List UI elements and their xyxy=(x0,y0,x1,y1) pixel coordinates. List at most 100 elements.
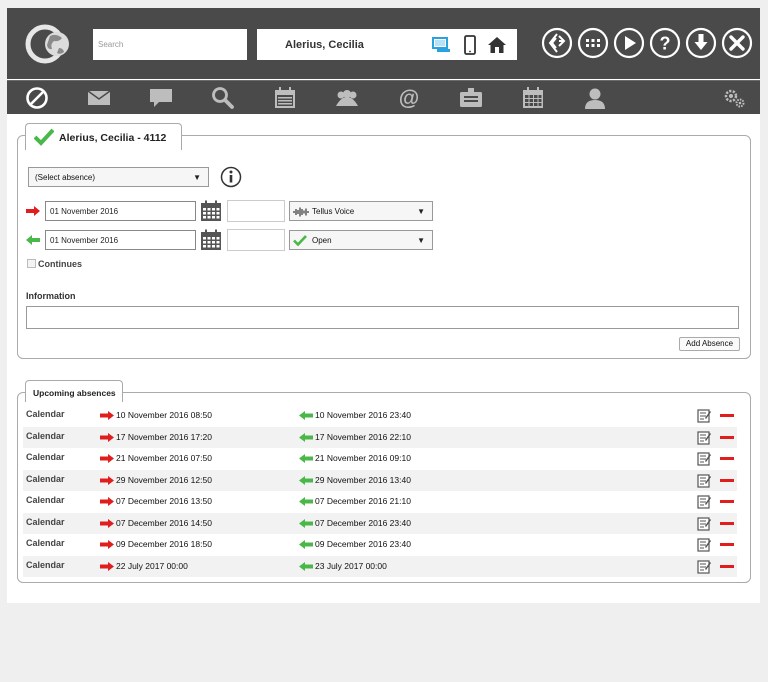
close-icon[interactable] xyxy=(721,27,753,59)
desktop-icon[interactable] xyxy=(431,35,451,55)
table-row: Calendar 17 November 2016 17:20 17 Novembe… xyxy=(23,426,737,448)
absence-source: Calendar xyxy=(26,409,65,419)
absence-start: 10 November 2016 08:50 xyxy=(116,410,212,420)
svg-text:?: ? xyxy=(660,34,671,54)
absence-type-value: (Select absence) xyxy=(35,173,96,182)
current-user-box[interactable]: Alerius, Cecilia xyxy=(257,29,517,60)
end-arrow-icon xyxy=(299,475,313,485)
mail-icon[interactable] xyxy=(86,86,112,110)
information-textarea[interactable] xyxy=(26,306,739,329)
absence-end: 10 November 2016 23:40 xyxy=(315,410,411,420)
start-arrow-icon xyxy=(100,475,114,485)
edit-icon[interactable] xyxy=(697,408,711,423)
nav-icon-bar: @ xyxy=(7,80,760,114)
chat-icon[interactable] xyxy=(148,86,174,110)
at-icon[interactable]: @ xyxy=(396,86,422,110)
start-arrow-icon xyxy=(100,540,114,549)
absence-start: 09 December 2016 18:50 xyxy=(116,539,212,549)
delete-icon[interactable] xyxy=(720,457,734,460)
delete-icon[interactable] xyxy=(720,435,734,439)
delete-icon[interactable] xyxy=(720,478,734,482)
home-icon[interactable] xyxy=(487,35,507,55)
inbox-icon[interactable] xyxy=(458,86,484,110)
absence-start: 07 December 2016 13:50 xyxy=(116,496,212,506)
start-arrow-icon xyxy=(100,454,114,463)
end-arrow-icon xyxy=(299,432,313,442)
end-status-select[interactable]: Open ▼ xyxy=(289,230,433,250)
start-arrow-icon xyxy=(100,561,114,571)
absence-type-select[interactable]: (Select absence) ▼ xyxy=(28,167,209,187)
absence-start: 29 November 2016 12:50 xyxy=(116,474,212,485)
voice-icon xyxy=(293,207,309,217)
delete-icon[interactable] xyxy=(720,500,734,503)
logo-icon xyxy=(25,24,69,64)
add-absence-button[interactable]: Add Absence xyxy=(679,337,740,351)
table-row: Calendar 07 December 2016 14:50 07 Decembe… xyxy=(23,512,737,534)
end-arrow-icon xyxy=(299,411,313,420)
end-arrow-icon xyxy=(26,235,40,245)
info-icon[interactable] xyxy=(220,166,242,188)
svg-text:@: @ xyxy=(399,87,419,110)
absence-end: 09 December 2016 23:40 xyxy=(315,539,411,549)
absence-source: Calendar xyxy=(26,559,65,570)
start-time-input[interactable] xyxy=(227,200,285,222)
search-icon[interactable] xyxy=(210,86,236,110)
employee-tab-title: Alerius, Cecilia - 4112 xyxy=(59,132,167,144)
absence-source: Calendar xyxy=(26,473,65,484)
chevron-down-icon: ▼ xyxy=(417,236,425,245)
settings-icon[interactable] xyxy=(721,86,747,110)
mobile-icon[interactable] xyxy=(460,35,480,55)
chevron-down-icon: ▼ xyxy=(417,207,425,216)
start-date-input[interactable]: 01 November 2016 xyxy=(45,201,196,221)
edit-icon[interactable] xyxy=(697,430,711,445)
calendar-icon[interactable] xyxy=(520,86,546,110)
table-row: Calendar 29 November 2016 12:50 29 Novembe… xyxy=(23,469,737,491)
start-arrow-icon xyxy=(100,518,114,528)
employee-tab[interactable]: Alerius, Cecilia - 4112 xyxy=(25,123,182,150)
table-row: Calendar 09 December 2016 18:50 09 Decembe… xyxy=(23,534,737,555)
edit-icon[interactable] xyxy=(697,537,711,552)
start-calendar-icon[interactable] xyxy=(200,200,222,222)
check-icon xyxy=(293,235,307,246)
search-input[interactable] xyxy=(93,29,247,60)
absence-start: 21 November 2016 07:50 xyxy=(116,453,212,463)
edit-icon[interactable] xyxy=(697,451,711,466)
end-status-value: Open xyxy=(312,236,332,245)
upcoming-absences-title: Upcoming absences xyxy=(33,388,116,398)
end-date-input[interactable]: 01 November 2016 xyxy=(45,230,196,250)
help-icon[interactable]: ? xyxy=(649,27,681,59)
continues-checkbox[interactable] xyxy=(27,259,36,268)
absence-end: 07 December 2016 23:40 xyxy=(315,517,411,528)
chevron-down-icon: ▼ xyxy=(193,173,201,182)
delete-icon[interactable] xyxy=(720,543,734,546)
delete-icon[interactable] xyxy=(720,521,734,525)
upcoming-absences-tab[interactable]: Upcoming absences xyxy=(25,380,123,402)
edit-icon[interactable] xyxy=(697,494,711,509)
end-arrow-icon xyxy=(299,540,313,549)
end-time-input[interactable] xyxy=(227,229,285,251)
delete-icon[interactable] xyxy=(720,564,734,568)
table-row: Calendar 07 December 2016 13:50 07 Decembe… xyxy=(23,491,737,512)
download-icon[interactable] xyxy=(685,27,717,59)
group-icon[interactable] xyxy=(334,86,360,110)
play-icon[interactable] xyxy=(613,27,645,59)
person-icon[interactable] xyxy=(582,86,608,110)
edit-icon[interactable] xyxy=(697,516,711,531)
start-date-value: 01 November 2016 xyxy=(50,207,119,216)
end-calendar-icon[interactable] xyxy=(200,229,222,251)
edit-icon[interactable] xyxy=(697,559,711,574)
delete-icon[interactable] xyxy=(720,414,734,417)
absence-source: Calendar xyxy=(26,430,65,441)
switch-icon[interactable] xyxy=(541,27,573,59)
top-bar: Alerius, Cecilia xyxy=(7,8,760,79)
absence-end: 21 November 2016 09:10 xyxy=(315,453,411,463)
edit-icon[interactable] xyxy=(697,473,711,488)
start-channel-select[interactable]: Tellus Voice ▼ xyxy=(289,201,433,221)
absence-start: 07 December 2016 14:50 xyxy=(116,517,212,528)
absence-start: 22 July 2017 00:00 xyxy=(116,560,188,571)
table-row: Calendar 22 July 2017 00:00 23 July 2017 0… xyxy=(23,555,737,577)
calendar-list-icon[interactable] xyxy=(272,86,298,110)
apps-grid-icon[interactable] xyxy=(577,27,609,59)
information-label: Information xyxy=(26,291,76,301)
absence-icon[interactable] xyxy=(24,86,50,110)
